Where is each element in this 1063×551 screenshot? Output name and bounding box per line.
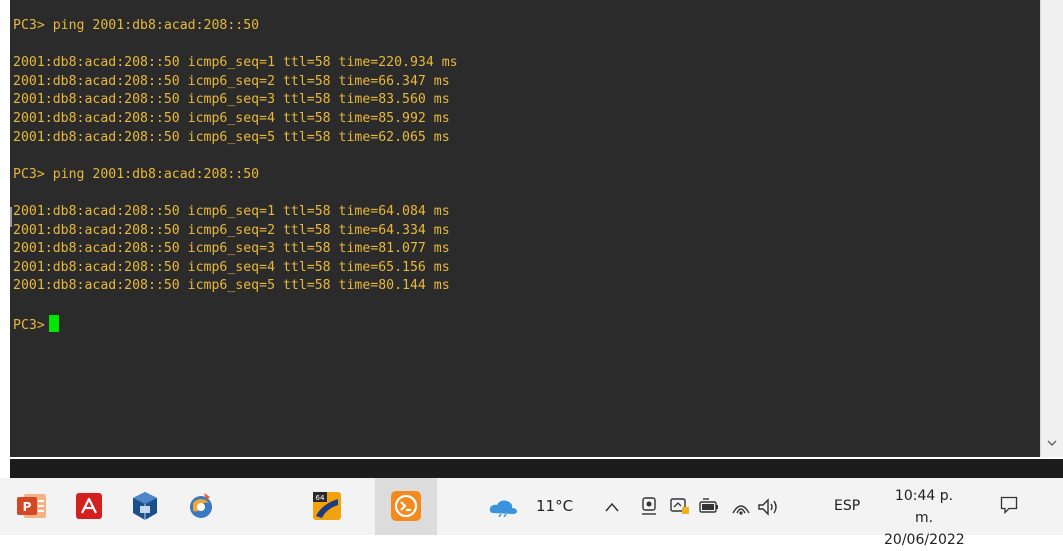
clock-time: 10:44 p. m. [894,488,954,526]
terminal-line: 2001:db8:acad:208::50 icmp6_seq=1 ttl=58… [13,55,458,71]
terminal-prompt: PC3> [13,317,45,333]
chevron-up-icon[interactable] [605,499,619,515]
chevron-down-icon[interactable] [1041,433,1063,453]
web-browser-icon[interactable] [184,489,218,523]
notification-center-icon[interactable] [1000,496,1018,515]
terminal-output: PC3> ping 2001:db8:acad:208::502001:db8:… [13,17,458,333]
terminal-line: 2001:db8:acad:208::50 icmp6_seq=2 ttl=58… [13,222,450,238]
terminal-line: 2001:db8:acad:208::50 icmp6_seq=4 ttl=58… [13,110,450,126]
terminal-window[interactable]: PC3> ping 2001:db8:acad:208::502001:db8:… [10,0,1040,457]
terminal-line: 2001:db8:acad:208::50 icmp6_seq=3 ttl=58… [13,241,450,257]
onedrive-icon[interactable] [669,496,691,516]
virtualbox-icon[interactable] [128,489,162,523]
terminal-prompt-line[interactable]: PC3> [13,314,458,334]
packet-tracer-icon[interactable]: 64 [310,489,344,523]
taskbar: P 64 11°C ESP 10:44 p. m. 20/06/2022 [0,478,1063,548]
terminal-line: 2001:db8:acad:208::50 icmp6_seq=5 ttl=58… [13,129,450,145]
acrobat-reader-icon[interactable] [72,489,106,523]
system-clock[interactable]: 10:44 p. m. 20/06/2022 [884,485,965,551]
window-edge-marker [10,207,12,227]
terminal-line: 2001:db8:acad:208::50 icmp6_seq=3 ttl=58… [13,92,450,108]
language-indicator[interactable]: ESP [834,478,860,535]
svg-text:64: 64 [316,494,325,502]
vertical-scrollbar[interactable] [1040,0,1063,457]
text-cursor [48,314,59,332]
terminal-line: 2001:db8:acad:208::50 icmp6_seq=5 ttl=58… [13,278,450,294]
svg-text:P: P [23,500,32,514]
meet-now-icon[interactable] [640,496,658,516]
terminal-line: 2001:db8:acad:208::50 icmp6_seq=1 ttl=58… [13,203,450,219]
terminal-line: 2001:db8:acad:208::50 icmp6_seq=2 ttl=58… [13,73,450,89]
terminal-line: 2001:db8:acad:208::50 icmp6_seq=4 ttl=58… [13,259,450,275]
terminal-app-icon[interactable] [389,489,423,523]
weather-temperature[interactable]: 11°C [536,478,573,535]
clock-date: 20/06/2022 [884,532,965,548]
weather-cloud-icon[interactable] [487,497,521,518]
console-status-strip [10,459,1063,478]
terminal-line: PC3> ping 2001:db8:acad:208::50 [13,166,260,182]
battery-icon[interactable] [698,497,720,517]
volume-icon[interactable] [757,497,781,517]
wifi-icon[interactable] [731,497,751,517]
powerpoint-icon[interactable]: P [15,489,49,523]
terminal-line: PC3> ping 2001:db8:acad:208::50 [13,18,260,33]
